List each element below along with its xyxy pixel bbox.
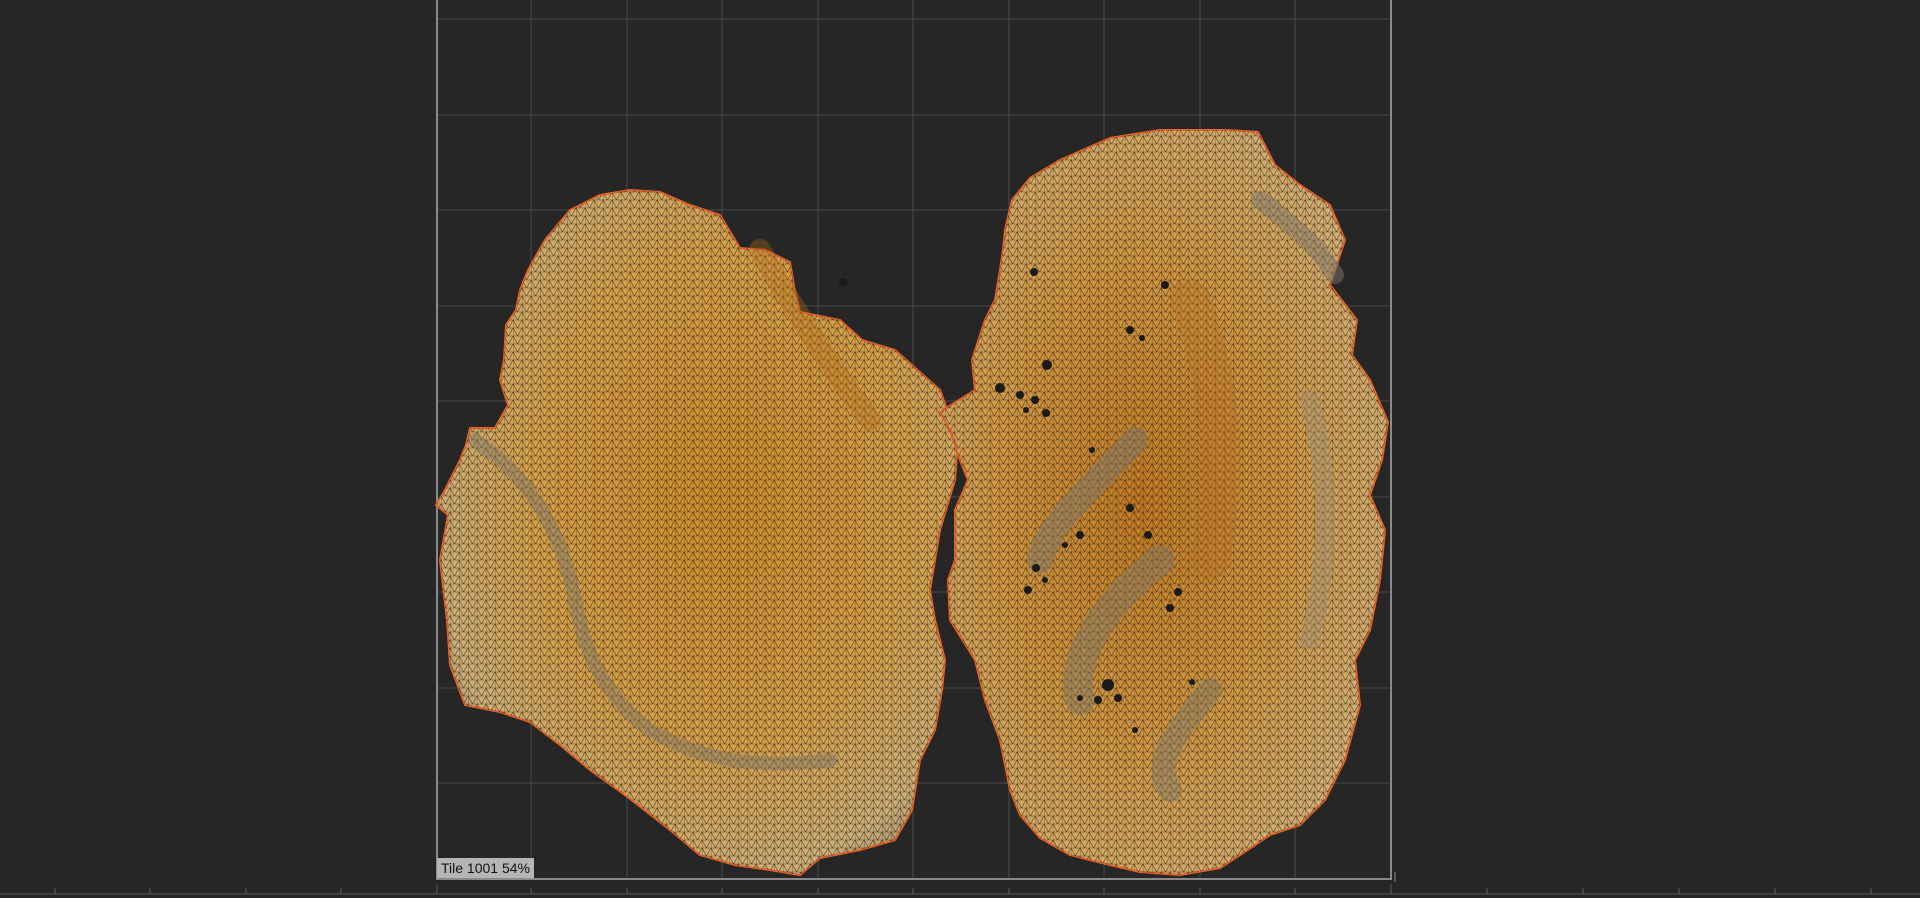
tile-label: Tile 1001 54% bbox=[437, 858, 534, 878]
left-shell-hole bbox=[839, 278, 847, 286]
tile-name: Tile 1001 bbox=[441, 860, 499, 876]
right-uv-shell[interactable] bbox=[938, 129, 1390, 877]
left-uv-shell[interactable] bbox=[434, 188, 960, 877]
uv-editor-viewport[interactable]: Tile 1001 54% bbox=[0, 0, 1920, 898]
uv-canvas[interactable] bbox=[0, 0, 1920, 898]
left-shell-wireframe bbox=[436, 190, 958, 875]
tile-zoom: 54% bbox=[501, 860, 530, 876]
